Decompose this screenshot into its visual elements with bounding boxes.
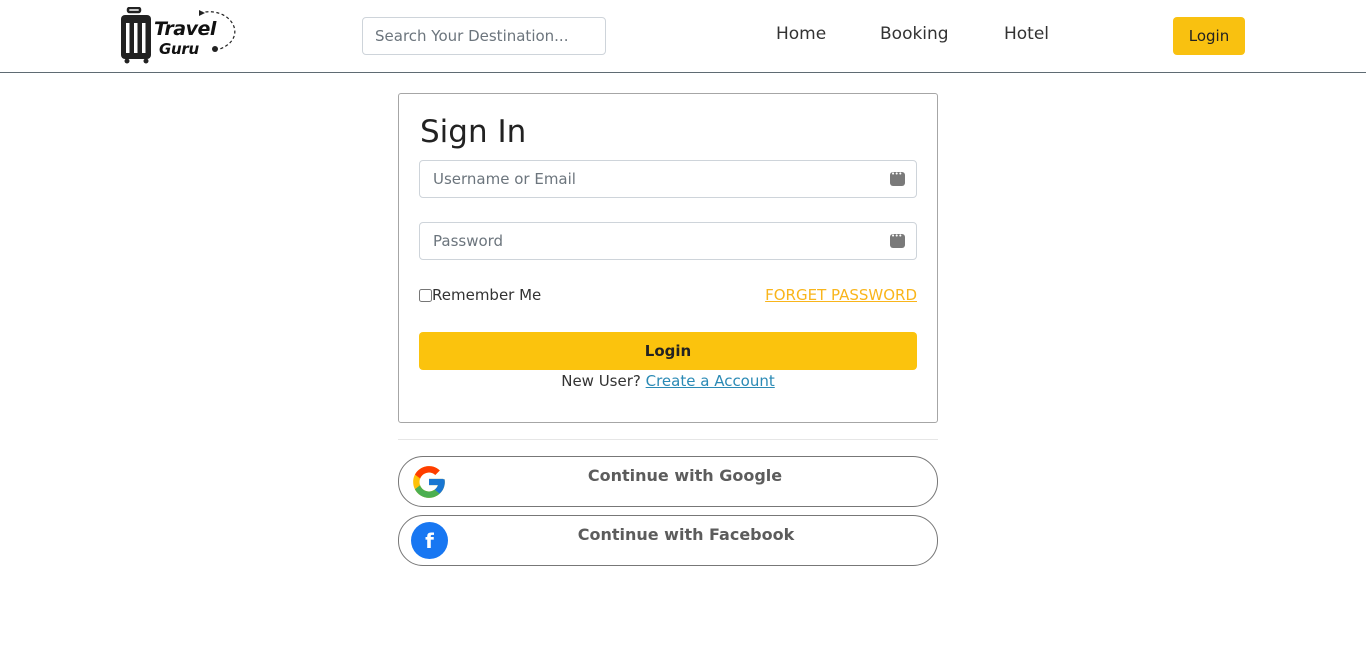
nav-hotel[interactable]: Hotel	[1004, 24, 1049, 44]
password-manager-icon[interactable]	[890, 170, 905, 186]
signin-card: Sign In Remember Me FORGET PASSWORD Logi…	[398, 93, 938, 423]
divider	[398, 439, 938, 440]
new-user-row: New User? Create a Account	[399, 372, 937, 390]
signin-title: Sign In	[420, 114, 527, 150]
password-input[interactable]	[420, 223, 916, 259]
login-button[interactable]: Login	[419, 332, 917, 370]
navbar: Travel Guru Home Booking Hotel Login	[0, 0, 1366, 73]
google-label: Continue with Google	[587, 466, 783, 485]
continue-with-facebook-button[interactable]: f Continue with Facebook	[398, 515, 938, 566]
nav-home[interactable]: Home	[776, 24, 826, 44]
create-account-link[interactable]: Create a Account	[646, 372, 775, 390]
password-manager-icon[interactable]	[890, 232, 905, 248]
logo-text-travel: Travel	[154, 18, 216, 40]
remember-me-label: Remember Me	[432, 286, 542, 304]
forget-password-link[interactable]: FORGET PASSWORD	[765, 286, 917, 304]
username-input[interactable]	[420, 161, 916, 197]
remember-me-checkbox[interactable]	[419, 288, 432, 302]
username-field-wrapper	[419, 160, 917, 198]
password-field-wrapper	[419, 222, 917, 260]
continue-with-google-button[interactable]: Continue with Google	[398, 456, 938, 507]
new-user-text: New User?	[561, 372, 646, 390]
search-input[interactable]	[362, 17, 606, 55]
facebook-label: Continue with Facebook	[577, 525, 795, 544]
logo-text-guru: Guru	[159, 40, 199, 58]
logo[interactable]: Travel Guru	[120, 7, 244, 65]
header-login-button[interactable]: Login	[1173, 17, 1245, 55]
remember-me[interactable]: Remember Me	[419, 286, 541, 304]
nav-booking[interactable]: Booking	[880, 24, 949, 44]
